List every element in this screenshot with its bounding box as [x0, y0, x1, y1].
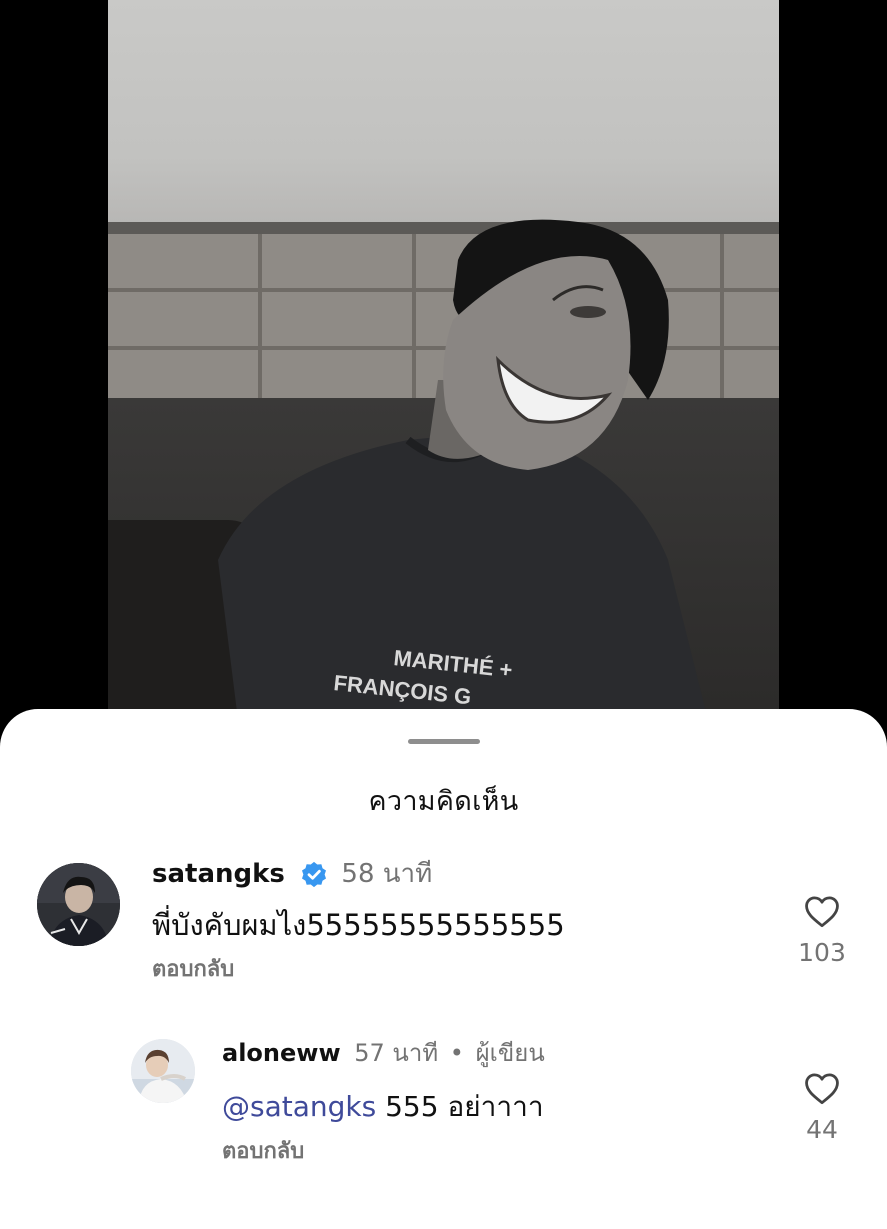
avatar-image: [131, 1039, 195, 1103]
heart-icon[interactable]: [803, 1071, 841, 1105]
reply-text: @satangks 555 อย่าาาา: [222, 1089, 544, 1125]
reply-button[interactable]: ตอบกลับ: [152, 955, 234, 985]
comment-item: satangks 58 นาที พี่บังคับผมไง5555555555…: [0, 709, 887, 1009]
comment-username[interactable]: satangks: [152, 859, 285, 889]
avatar[interactable]: [37, 863, 120, 946]
like-count: 103: [798, 938, 846, 967]
like-control: 44: [787, 1071, 857, 1144]
comments-sheet: ความคิดเห็น satangks 58 นาที พี่บังคับผม…: [0, 709, 887, 1229]
reply-username[interactable]: aloneww: [222, 1039, 341, 1067]
verified-badge-icon: [302, 861, 327, 887]
separator-dot: •: [449, 1039, 464, 1067]
heart-icon[interactable]: [803, 894, 841, 928]
video-frame[interactable]: MARITHÉ + FRANÇOIS G: [108, 0, 779, 720]
avatar[interactable]: [131, 1039, 195, 1103]
mention-link[interactable]: @satangks: [222, 1090, 376, 1123]
reply-text-body: 555 อย่าาาา: [376, 1090, 544, 1123]
like-count: 44: [806, 1115, 838, 1144]
reply-item: aloneww 57 นาที • ผู้เขียน @satangks 555…: [0, 1009, 887, 1199]
avatar-image: [37, 863, 120, 946]
reply-button[interactable]: ตอบกลับ: [222, 1137, 304, 1167]
comment-timestamp: 58 นาที: [341, 859, 433, 889]
like-control: 103: [787, 894, 857, 967]
person-with-face-filter: MARITHÉ + FRANÇOIS G: [218, 219, 708, 720]
reply-timestamp: 57 นาที: [354, 1039, 439, 1067]
author-badge: ผู้เขียน: [475, 1039, 545, 1067]
comment-text: พี่บังคับผมไง55555555555555: [152, 908, 565, 942]
